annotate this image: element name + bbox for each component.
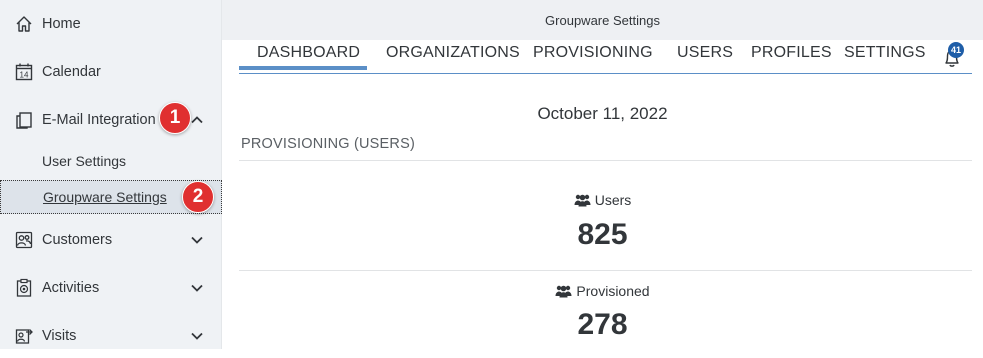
sidebar-item-label: E-Mail Integration [42,112,156,128]
sidebar-item-calendar[interactable]: 14 Calendar [0,50,222,94]
sidebar-item-activities[interactable]: Activities [0,266,222,310]
metric-users-value: 825 [577,218,628,251]
sidebar-subitem-label: User Settings [42,153,127,169]
tab-users[interactable]: USERS [677,44,733,62]
users-group-icon [555,285,572,298]
tab-provisioning[interactable]: PROVISIONING [533,44,653,62]
tab-dashboard[interactable]: DASHBOARD [257,44,360,62]
active-tab-indicator [239,66,367,70]
divider [239,160,972,161]
sidebar-item-customers[interactable]: Customers [0,218,222,262]
calendar-icon: 14 [15,63,33,81]
main-content: Groupware Settings DASHBOARD ORGANIZATIO… [222,0,983,349]
tab-organizations[interactable]: ORGANIZATIONS [386,44,520,62]
tab-bar: DASHBOARD ORGANIZATIONS PROVISIONING USE… [239,40,972,74]
users-group-icon [574,194,591,207]
activities-icon [16,278,32,297]
chevron-down-icon[interactable] [190,233,204,247]
page-title-bar: Groupware Settings [222,0,983,40]
sidebar-item-label: Home [42,16,81,32]
sidebar-subitem-user-settings[interactable]: User Settings [0,144,222,178]
customers-icon [15,231,33,249]
step-marker-1: 1 [159,102,191,134]
metric-provisioned-label: Provisioned [222,283,983,299]
sidebar-item-label: Visits [42,328,77,344]
page-title: Groupware Settings [545,12,660,28]
sidebar-item-label: Customers [42,232,113,248]
chevron-down-icon[interactable] [190,281,204,295]
sidebar-item-home[interactable]: Home [0,2,222,46]
calendar-icon-date: 14 [20,71,29,80]
sidebar-item-label: Calendar [42,64,101,80]
metric-users-label: Users [222,192,983,208]
chevron-up-icon[interactable] [190,113,204,127]
visits-icon [15,329,33,344]
dashboard-date: October 11, 2022 [537,104,668,123]
home-icon [16,16,32,32]
notification-count-badge: 41 [948,42,964,58]
divider [239,270,972,271]
tab-profiles[interactable]: PROFILES [751,44,832,62]
chevron-down-icon[interactable] [190,329,204,343]
metric-label-text: Provisioned [576,283,650,299]
metric-label-text: Users [594,192,632,208]
metric-provisioned-value: 278 [577,308,628,341]
sidebar-item-visits[interactable]: Visits [0,314,222,358]
tab-settings[interactable]: SETTINGS [844,44,926,62]
section-title: PROVISIONING (USERS) [241,136,415,152]
copy-icon [16,112,32,129]
sidebar-item-label: Activities [42,280,100,296]
step-marker-2: 2 [182,181,214,213]
sidebar: Home 14 Calendar E-Mail Integration 1 Us… [0,0,222,349]
sidebar-subitem-label: Groupware Settings [43,189,167,205]
